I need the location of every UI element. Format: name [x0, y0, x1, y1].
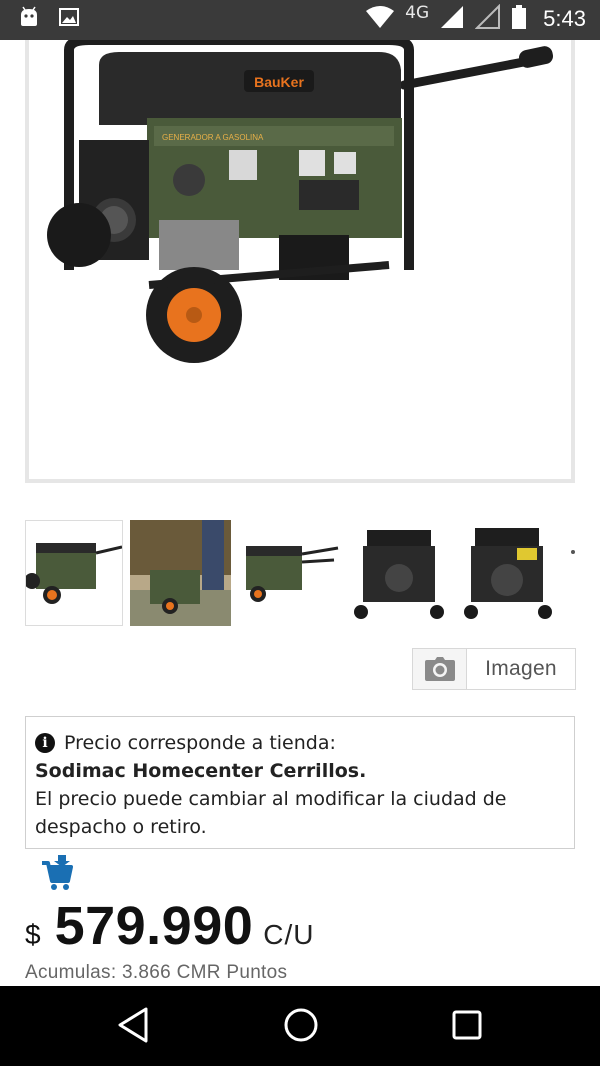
- price-amount: 579.990: [54, 896, 254, 956]
- gallery-icon: [58, 6, 80, 32]
- camera-icon: [413, 649, 467, 689]
- thumb-1[interactable]: [25, 520, 123, 626]
- add-to-cart-icon[interactable]: [40, 855, 74, 891]
- cmr-points: Acumulas: 3.866 CMR Puntos: [25, 962, 288, 983]
- wifi-icon: [365, 5, 395, 33]
- battery-icon: [511, 4, 527, 34]
- image-view-button[interactable]: Imagen: [412, 648, 576, 690]
- product-main-image[interactable]: BauKer GENERADOR A GASOLINA: [25, 40, 575, 483]
- navigation-bar: [0, 986, 600, 1066]
- brand-logo: BauKer: [254, 74, 304, 90]
- back-icon[interactable]: [116, 1006, 150, 1048]
- notice-disclaimer: El precio puede cambiar al modificar la …: [35, 788, 507, 838]
- thumb-2[interactable]: [130, 520, 231, 626]
- store-name: Sodimac Homecenter Cerrillos.: [35, 760, 367, 782]
- recents-icon[interactable]: [450, 1006, 484, 1048]
- status-bar: 4G 5:43: [0, 0, 600, 40]
- thumb-5[interactable]: [457, 520, 559, 626]
- signal-empty-icon: [474, 3, 501, 34]
- notice-line1: Precio corresponde a tienda:: [64, 732, 336, 754]
- thumb-3[interactable]: [238, 520, 342, 626]
- network-type: 4G: [405, 3, 430, 23]
- image-view-label: Imagen: [485, 657, 557, 680]
- price-unit: C/U: [263, 919, 315, 950]
- signal-icon: [439, 4, 465, 34]
- android-debug-icon: [18, 6, 40, 32]
- price-currency: $: [25, 919, 41, 950]
- svg-text:GENERADOR A GASOLINA: GENERADOR A GASOLINA: [162, 133, 264, 142]
- home-icon[interactable]: [282, 1006, 320, 1048]
- price: $ 579.990 C/U: [25, 895, 315, 959]
- info-icon: i: [35, 733, 55, 753]
- thumbnail-strip: [25, 520, 585, 628]
- store-price-notice: i Precio corresponde a tienda: Sodimac H…: [25, 716, 575, 849]
- thumb-4[interactable]: [351, 520, 449, 626]
- clock: 5:43: [543, 6, 586, 31]
- more-indicator: [571, 550, 575, 554]
